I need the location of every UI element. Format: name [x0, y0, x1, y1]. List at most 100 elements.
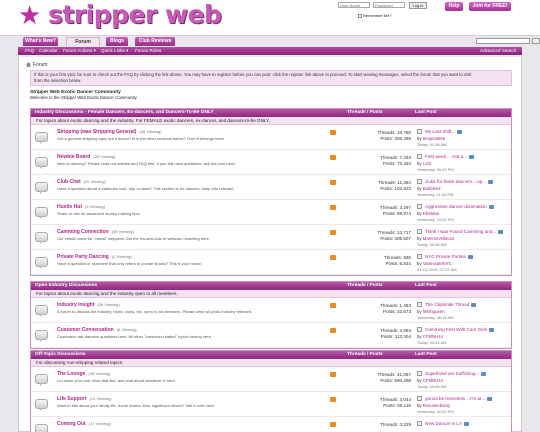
forum-title[interactable]: Coming Out (17 Viewing)	[57, 421, 111, 427]
forum-title-link[interactable]: Club Chat	[57, 179, 81, 185]
forum-title[interactable]: Industry Insight (38 Viewing)	[57, 302, 120, 308]
last-post-user[interactable]: EllieMae	[423, 211, 439, 216]
forum-title-link[interactable]: Customer Conversation	[57, 327, 114, 333]
rss-icon[interactable]	[330, 303, 336, 308]
category-header[interactable]: Off-Topic Discussions Threads / Posts Last…	[31, 351, 511, 359]
avatar[interactable]	[417, 421, 422, 426]
forum-title-link[interactable]: Coming Out	[57, 421, 86, 427]
go-to-post-icon[interactable]	[467, 254, 473, 259]
last-post-title[interactable]: clubs for black dancers ...up...	[425, 179, 494, 184]
avatar[interactable]	[417, 302, 422, 307]
last-post-title-text[interactable]: Camming Fest With Cam Girls	[425, 327, 487, 332]
rss-icon[interactable]	[330, 130, 336, 135]
tab-club-reviews[interactable]: Club Reviews	[135, 37, 175, 46]
forum-title-link[interactable]: Newbie Board	[57, 154, 90, 160]
rss-icon[interactable]	[330, 328, 336, 333]
last-post-user[interactable]: tempest666	[423, 136, 445, 141]
last-post-title-text[interactable]: First week.... Not a...	[425, 154, 467, 159]
last-post-title-text[interactable]: NYC Private Parties	[425, 254, 466, 259]
advanced-search-link[interactable]: Advanced Search	[480, 48, 516, 53]
tab-whats-new[interactable]: What's New?	[23, 37, 58, 46]
forum-title[interactable]: Customer Conversation (8 Viewing)	[57, 327, 137, 333]
category-title[interactable]: Industry Discussions - Female Dancers, E…	[35, 109, 214, 117]
username-input[interactable]	[338, 2, 370, 8]
search-input[interactable]	[476, 38, 530, 44]
go-to-post-icon[interactable]	[457, 129, 463, 134]
go-to-post-icon[interactable]	[489, 327, 495, 332]
rss-icon[interactable]	[330, 205, 336, 210]
forum-title[interactable]: The Lounge (38 Viewing)	[57, 371, 111, 377]
go-to-post-icon[interactable]	[464, 421, 470, 426]
forum-title-link[interactable]: Private Party Dancing	[57, 254, 109, 260]
forum-title-link[interactable]: The Lounge	[57, 371, 85, 377]
go-to-post-icon[interactable]	[498, 229, 504, 234]
last-post-user[interactable]: MatressVelliecat	[423, 236, 454, 241]
password-input[interactable]	[373, 2, 405, 8]
forum-title-link[interactable]: Life Support	[57, 396, 86, 402]
last-post-title[interactable]: gonna be homeless ...I'm at...	[425, 396, 493, 401]
forum-title[interactable]: Private Party Dancing (2 Viewing)	[57, 254, 132, 260]
subnav-forum-actions[interactable]: Forum Actions ▾	[63, 48, 96, 54]
forum-title-link[interactable]: Stripping (was Stripping General)	[57, 129, 136, 135]
last-post-user[interactable]: Bubbles4	[423, 186, 441, 191]
rss-icon[interactable]	[330, 230, 336, 235]
forum-title-link[interactable]: Hustle Hut	[57, 204, 82, 210]
forum-title[interactable]: Club Chat (22 Viewing)	[57, 179, 106, 185]
last-post-user[interactable]: VanessaMNYC	[423, 261, 452, 266]
last-post-title-text[interactable]: My Last Shift...	[425, 129, 455, 134]
avatar[interactable]	[417, 129, 422, 134]
forum-title[interactable]: Camming Connection (38 Viewing)	[57, 229, 134, 235]
last-post-title[interactable]: Aggressive dancer domination	[425, 204, 494, 209]
category-header[interactable]: Industry Discussions - Female Dancers, E…	[31, 109, 511, 117]
home-icon[interactable]	[26, 62, 31, 68]
last-post-title[interactable]: NYC Private Parties	[425, 254, 473, 259]
subnav-calendar[interactable]: Calendar	[39, 48, 58, 53]
last-post-title-text[interactable]: The ClipsKale Thread	[425, 302, 469, 307]
last-post-title[interactable]: Camming Fest With Cam Girls	[425, 327, 495, 332]
last-post-title[interactable]: The ClipsKale Thread	[425, 302, 477, 307]
category-title[interactable]: Open Industry Discussions	[35, 282, 97, 290]
last-post-user[interactable]: felishqueen	[423, 309, 445, 314]
avatar[interactable]	[417, 371, 422, 376]
last-post-title[interactable]: New Dancer in LA	[425, 421, 470, 426]
category-header[interactable]: Open Industry Discussions Threads / Posts…	[31, 282, 511, 290]
rss-icon[interactable]	[330, 372, 336, 377]
search-button[interactable]	[532, 38, 540, 44]
login-button[interactable]: Log in	[409, 2, 427, 9]
go-to-post-icon[interactable]	[469, 154, 475, 159]
avatar[interactable]	[417, 254, 422, 259]
remember-me[interactable]: Remember Me?	[358, 13, 392, 18]
forum-title-link[interactable]: Industry Insight	[57, 302, 95, 308]
go-to-post-icon[interactable]	[488, 204, 494, 209]
last-post-user[interactable]: Lol3	[423, 161, 431, 166]
avatar[interactable]	[417, 229, 422, 234]
subnav-quick-links[interactable]: Quick Links ▾	[101, 48, 128, 54]
avatar[interactable]	[417, 204, 422, 209]
last-post-title-text[interactable]: New Dancer in LA	[425, 421, 462, 426]
site-logo[interactable]: ★ stripper web	[18, 0, 238, 32]
last-post-title-text[interactable]: Aggressive dancer domination	[425, 204, 487, 209]
forum-title-link[interactable]: Camming Connection	[57, 229, 109, 235]
remember-me-checkbox[interactable]	[358, 13, 362, 18]
forum-title[interactable]: Stripping (was Stripping General) (38 Vie…	[57, 129, 162, 135]
last-post-user[interactable]: CFMNH44	[423, 334, 443, 339]
forum-title[interactable]: Hustle Hut (6 Viewing)	[57, 204, 105, 210]
last-post-title[interactable]: First week.... Not a...	[425, 154, 475, 159]
go-to-post-icon[interactable]	[481, 371, 487, 376]
rss-icon[interactable]	[330, 397, 336, 402]
avatar[interactable]	[417, 396, 422, 401]
rss-icon[interactable]	[330, 155, 336, 160]
forum-title[interactable]: Newbie Board (28 Viewing)	[57, 154, 116, 160]
last-post-user[interactable]: Rvouseebamy	[423, 403, 450, 408]
subnav-forum-rules[interactable]: Forum Rules	[135, 48, 161, 53]
go-to-post-icon[interactable]	[471, 302, 477, 307]
forum-title[interactable]: Life Support (14 Viewing)	[57, 396, 112, 402]
breadcrumb-forum[interactable]: Forum	[33, 62, 47, 68]
last-post-title[interactable]: Superbowl are trafficking...	[425, 371, 487, 376]
tab-blogs[interactable]: Blogs	[106, 37, 128, 46]
last-post-title-text[interactable]: clubs for black dancers ...up...	[425, 179, 486, 184]
category-title[interactable]: Off-Topic Discussions	[35, 351, 86, 359]
avatar[interactable]	[417, 154, 422, 159]
go-to-post-icon[interactable]	[488, 179, 494, 184]
last-post-title[interactable]: Think I was Found Camming and...	[425, 229, 504, 234]
